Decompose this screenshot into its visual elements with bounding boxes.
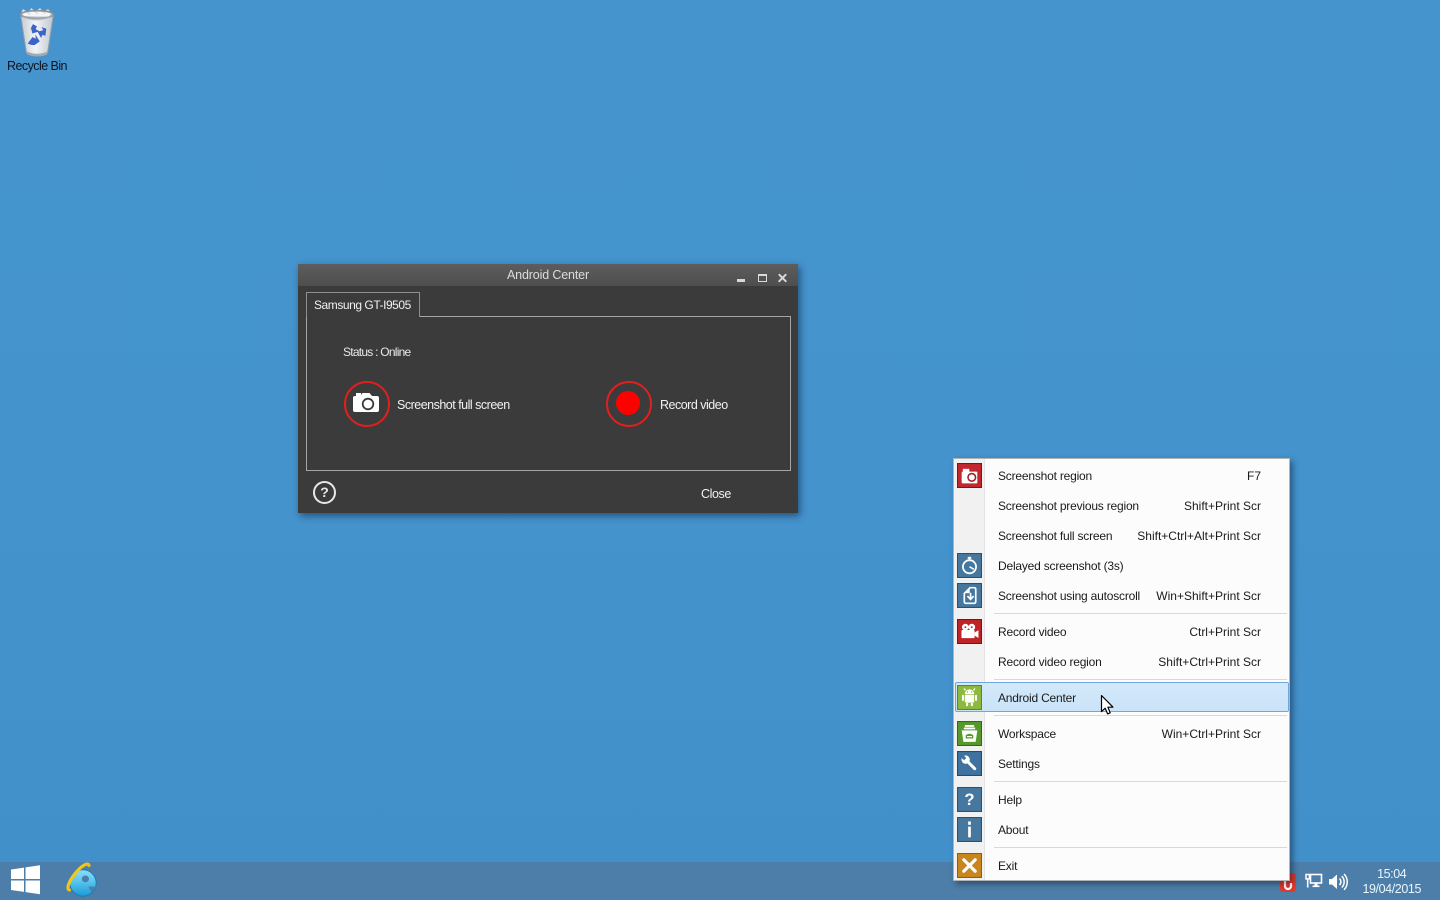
svg-text:?: ? [964,790,974,809]
